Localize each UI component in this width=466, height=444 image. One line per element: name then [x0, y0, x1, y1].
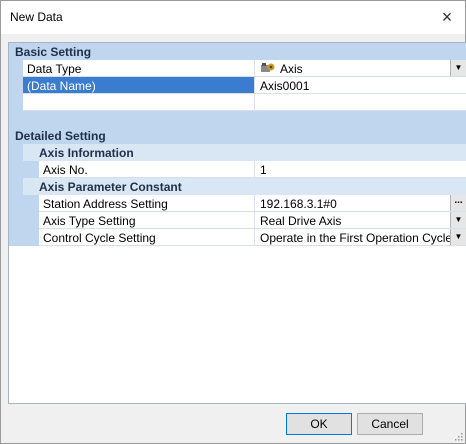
property-name: Data Type: [23, 60, 255, 77]
property-name: Axis No.: [39, 161, 255, 178]
property-row-data-name[interactable]: (Data Name) Axis0001: [9, 77, 466, 94]
property-row-control-cycle[interactable]: Control Cycle Setting Operate in the Fir…: [9, 229, 466, 246]
subcategory-axis-parameter-constant[interactable]: Axis Parameter Constant: [9, 178, 466, 195]
row-margin: [9, 77, 23, 94]
category-label: Basic Setting: [15, 45, 92, 59]
property-value-axis-type[interactable]: Real Drive Axis ▼: [255, 212, 466, 229]
property-row-empty: [9, 94, 466, 111]
row-margin: [9, 178, 23, 195]
property-row-axis-no[interactable]: Axis No. 1: [9, 161, 466, 178]
property-row-data-type[interactable]: Data Type Axis ▼: [9, 60, 466, 77]
property-value-data-type[interactable]: Axis ▼: [255, 60, 466, 77]
property-value-empty: [255, 94, 466, 111]
dropdown-arrow-icon[interactable]: ▼: [450, 212, 466, 228]
row-margin: [9, 195, 39, 212]
subcategory-label: Axis Information: [39, 146, 134, 160]
subcategory-label: Axis Parameter Constant: [39, 180, 182, 194]
property-name-selected: (Data Name): [23, 77, 255, 94]
category-spacer: [9, 111, 466, 127]
property-grid: Basic Setting Data Type Axis ▼ (Data Nam…: [8, 42, 466, 404]
property-value-control-cycle[interactable]: Operate in the First Operation Cycle ▼: [255, 229, 466, 246]
row-margin: [9, 212, 39, 229]
property-row-station-address[interactable]: Station Address Setting 192.168.3.1#0 ..…: [9, 195, 466, 212]
dropdown-arrow-icon[interactable]: ▼: [450, 60, 466, 76]
ok-button[interactable]: OK: [286, 413, 352, 435]
close-icon[interactable]: ×: [429, 1, 465, 34]
row-margin: [9, 144, 23, 161]
row-margin: [9, 94, 23, 111]
category-detailed-setting[interactable]: Detailed Setting: [9, 127, 466, 144]
dropdown-arrow-icon[interactable]: ▼: [450, 229, 466, 245]
property-name-empty: [23, 94, 255, 111]
category-label: Detailed Setting: [15, 129, 106, 143]
row-margin: [9, 229, 39, 246]
property-value-station-address[interactable]: 192.168.3.1#0 ...: [255, 195, 466, 212]
property-value-data-name[interactable]: Axis0001: [255, 77, 466, 94]
property-value-axis-no[interactable]: 1: [255, 161, 466, 178]
ellipsis-button[interactable]: ...: [450, 195, 466, 211]
dialog-title: New Data: [10, 10, 63, 24]
new-data-dialog: New Data × Basic Setting Data Type Axis …: [0, 0, 466, 444]
subcategory-axis-information[interactable]: Axis Information: [9, 144, 466, 161]
data-type-value: Axis: [280, 62, 303, 76]
property-name: Control Cycle Setting: [39, 229, 255, 246]
category-basic-setting[interactable]: Basic Setting: [9, 43, 466, 60]
cancel-button[interactable]: Cancel: [357, 413, 423, 435]
row-margin: [9, 60, 23, 77]
resize-grip-icon[interactable]: [453, 431, 463, 441]
property-name: Axis Type Setting: [39, 212, 255, 229]
title-bar: New Data ×: [1, 1, 465, 34]
property-row-axis-type[interactable]: Axis Type Setting Real Drive Axis ▼: [9, 212, 466, 229]
property-name: Station Address Setting: [39, 195, 255, 212]
axis-icon: [261, 63, 275, 72]
row-margin: [9, 161, 39, 178]
